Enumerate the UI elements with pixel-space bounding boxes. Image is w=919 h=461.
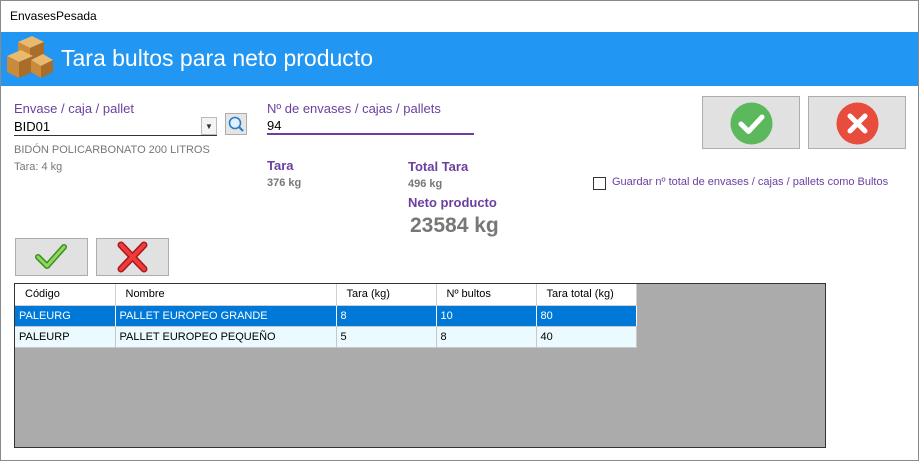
checkmark-icon [35, 244, 67, 269]
envase-combobox[interactable]: BID01 ▼ [14, 117, 217, 136]
neto-value: 23584 kg [410, 214, 499, 237]
cantidad-value: 94 [267, 118, 282, 133]
check-circle-icon [730, 102, 773, 145]
page-title: Tara bultos para neto producto [61, 45, 373, 71]
accept-button[interactable] [702, 96, 800, 149]
column-header-nombre[interactable]: Nombre [115, 284, 337, 306]
cell-tara[interactable]: 8 [336, 305, 437, 327]
search-icon [228, 116, 244, 132]
total-tara-value: 496 kg [408, 178, 443, 190]
guardar-bultos-label[interactable]: Guardar nº total de envases / cajas / pa… [612, 176, 888, 188]
table-row[interactable]: PALEURP PALLET EUROPEO PEQUEÑO 5 8 40 [15, 326, 637, 348]
window-title: EnvasesPesada [10, 9, 97, 23]
bultos-grid: Código Nombre Tara (kg) Nº bultos Tara t… [14, 283, 826, 448]
boxes-icon [7, 36, 53, 78]
table-header-row: Código Nombre Tara (kg) Nº bultos Tara t… [15, 284, 637, 306]
cantidad-input[interactable]: 94 [267, 116, 474, 135]
cell-tara[interactable]: 5 [336, 326, 437, 348]
title-bar: EnvasesPesada [1, 1, 918, 32]
neto-label: Neto producto [408, 195, 497, 210]
envase-value: BID01 [14, 119, 51, 134]
column-header-tara[interactable]: Tara (kg) [336, 284, 437, 306]
tara-label: Tara [267, 158, 294, 173]
cell-nombre[interactable]: PALLET EUROPEO PEQUEÑO [115, 326, 337, 348]
cell-codigo[interactable]: PALEURG [15, 305, 116, 327]
envase-description: BIDÓN POLICARBONATO 200 LITROS [14, 144, 210, 156]
delete-row-button[interactable] [96, 238, 169, 276]
column-header-codigo[interactable]: Código [15, 284, 116, 306]
column-header-tara-total[interactable]: Tara total (kg) [536, 284, 637, 306]
guardar-bultos-checkbox[interactable] [593, 177, 606, 190]
envases-pesada-window: EnvasesPesada Tara bultos para neto prod… [0, 0, 919, 461]
tara-value: 376 kg [267, 177, 302, 189]
search-envase-button[interactable] [225, 113, 247, 135]
cell-tara-total[interactable]: 40 [536, 326, 637, 348]
cell-codigo[interactable]: PALEURP [15, 326, 116, 348]
envase-tara: Tara: 4 kg [14, 161, 63, 173]
confirm-row-button[interactable] [15, 238, 88, 276]
total-tara-label: Total Tara [408, 159, 469, 174]
cell-bultos[interactable]: 10 [436, 305, 537, 327]
envase-label: Envase / caja / pallet [14, 101, 134, 116]
cancel-button[interactable] [808, 96, 906, 149]
cantidad-label: Nº de envases / cajas / pallets [267, 101, 441, 116]
cell-bultos[interactable]: 8 [436, 326, 537, 348]
table-row[interactable]: PALEURG PALLET EUROPEO GRANDE 8 10 80 [15, 305, 637, 327]
x-mark-icon [117, 241, 148, 273]
header-banner: Tara bultos para neto producto [1, 32, 918, 86]
chevron-down-icon[interactable]: ▼ [201, 117, 217, 135]
cell-nombre[interactable]: PALLET EUROPEO GRANDE [115, 305, 337, 327]
cell-tara-total[interactable]: 80 [536, 305, 637, 327]
close-circle-icon [836, 102, 879, 145]
column-header-bultos[interactable]: Nº bultos [436, 284, 537, 306]
bultos-table: Código Nombre Tara (kg) Nº bultos Tara t… [15, 284, 637, 348]
